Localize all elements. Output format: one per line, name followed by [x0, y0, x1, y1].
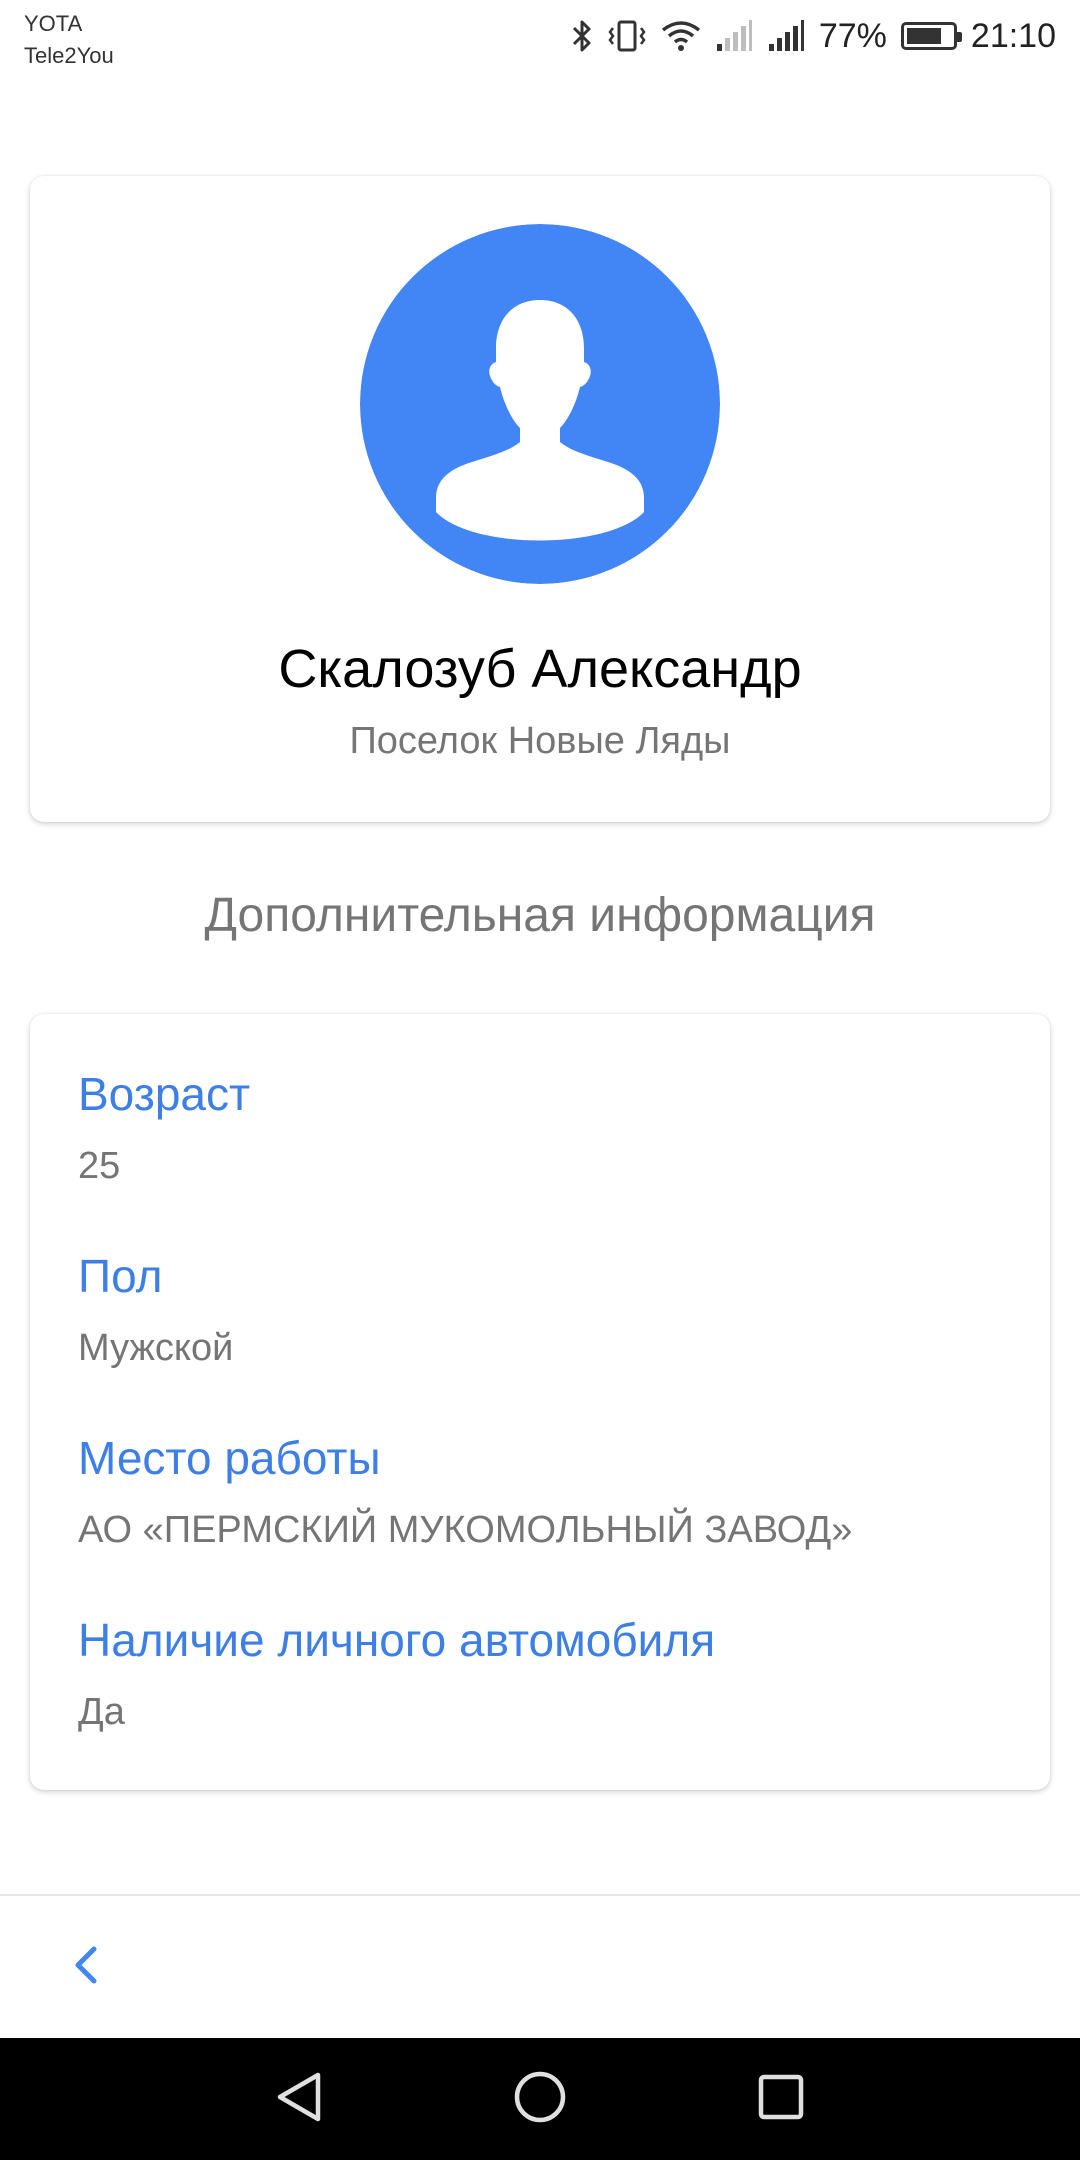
signal-icon-1 [715, 19, 753, 53]
info-value-car: Да [78, 1691, 125, 1733]
section-title: Дополнительная информация [204, 889, 876, 942]
system-back-button[interactable] [266, 2066, 332, 2132]
info-label-gender: Пол [78, 1250, 163, 1302]
home-circle-icon [512, 2069, 568, 2130]
info-item-workplace: Место работы АО «ПЕРМСКИЙ МУКОМОЛЬНЫЙ ЗА… [78, 1430, 1002, 1554]
info-item-car: Наличие личного автомобиля Да [78, 1612, 1002, 1736]
back-triangle-icon [274, 2070, 324, 2129]
battery-icon [900, 22, 962, 50]
system-home-button[interactable] [507, 2066, 573, 2132]
carrier-2: Tele2You [24, 43, 114, 68]
info-value-age: 25 [78, 1145, 121, 1187]
system-nav-bar [0, 2038, 1080, 2160]
carrier-1: YOTA [24, 11, 83, 36]
profile-location: Поселок Новые Ляды [349, 720, 731, 762]
profile-name: Скалозуб Александр [278, 639, 802, 699]
system-recents-button[interactable] [748, 2066, 814, 2132]
vibrate-icon [607, 19, 647, 53]
signal-icon-2 [767, 19, 805, 53]
wifi-icon [661, 19, 701, 53]
info-item-gender: Пол Мужской [78, 1248, 1002, 1372]
info-label-car: Наличие личного автомобиля [78, 1614, 716, 1666]
clock: 21:10 [970, 16, 1056, 55]
chevron-left-icon [70, 1943, 100, 1992]
status-bar: YOTA Tele2You 77% 21:10 [0, 0, 1080, 80]
carrier-labels: YOTA Tele2You [24, 8, 114, 72]
person-silhouette-icon[interactable] [360, 224, 720, 584]
recents-square-icon [756, 2072, 806, 2127]
battery-percent: 77% [818, 16, 887, 55]
bluetooth-icon [571, 19, 593, 53]
info-label-age: Возраст [78, 1068, 251, 1120]
status-icons: 77% 21:10 [571, 14, 1056, 58]
battery-fill [906, 28, 941, 44]
profile-card: Скалозуб Александр Поселок Новые Ляды [30, 176, 1050, 822]
info-value-workplace: АО «ПЕРМСКИЙ МУКОМОЛЬНЫЙ ЗАВОД» [78, 1509, 853, 1551]
app-bottom-bar [0, 1894, 1080, 2040]
info-item-age: Возраст 25 [78, 1066, 1002, 1190]
info-label-workplace: Место работы [78, 1432, 381, 1484]
info-value-gender: Мужской [78, 1327, 234, 1369]
back-button[interactable] [50, 1932, 120, 2002]
additional-info-card: Возраст 25 Пол Мужской Место работы АО «… [30, 1014, 1050, 1790]
